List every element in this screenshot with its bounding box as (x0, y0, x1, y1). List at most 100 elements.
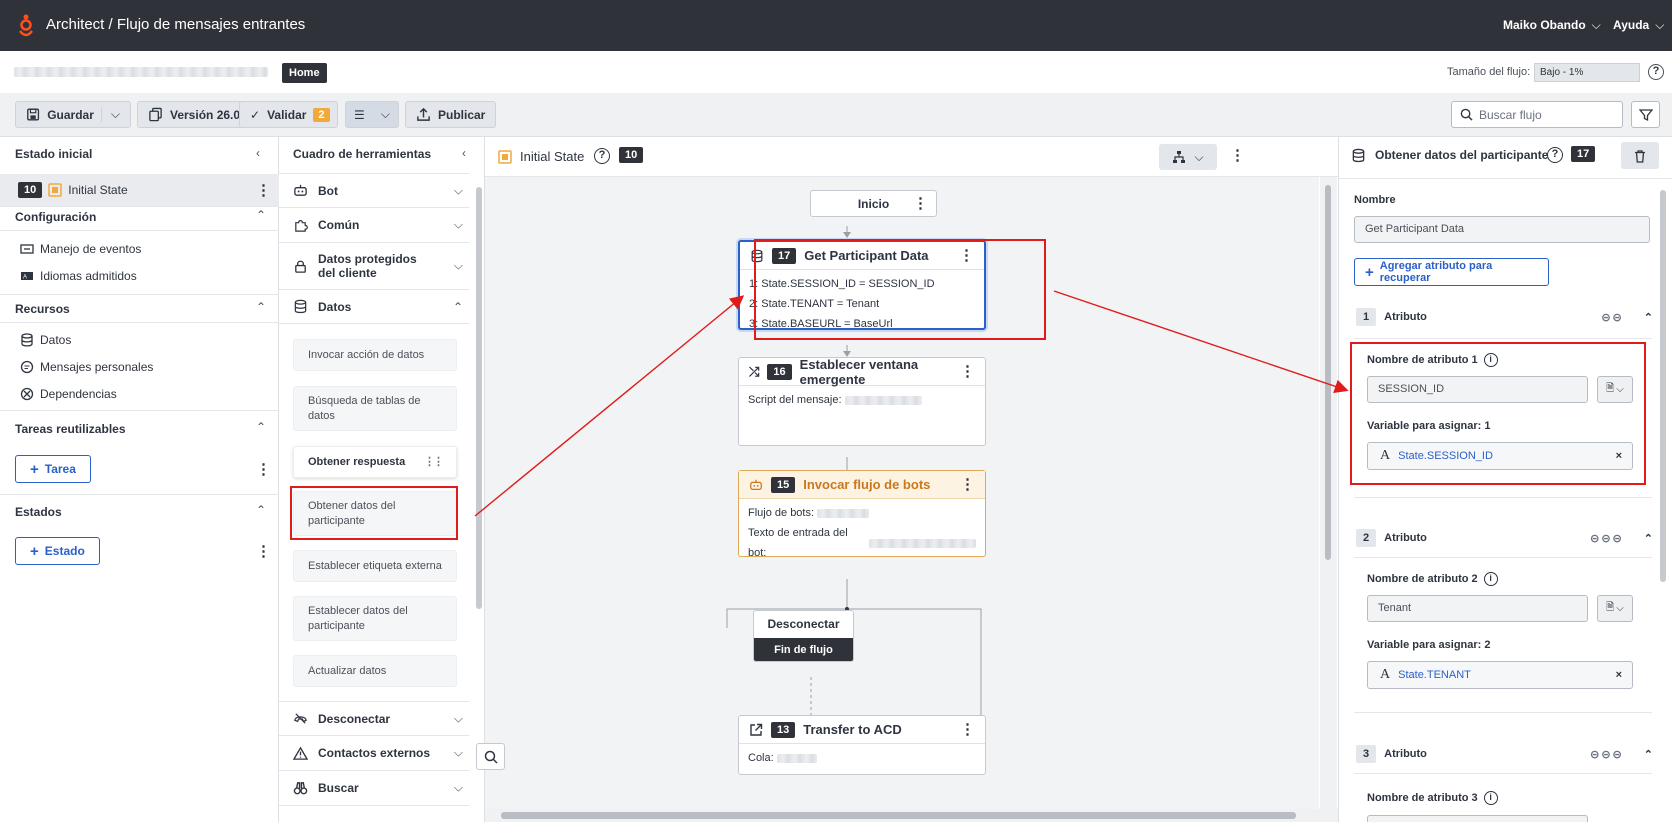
chevron-down-icon[interactable]: ⌵ (100, 107, 120, 122)
chevron-up-icon[interactable]: ⌃ (256, 503, 266, 517)
more-options-icon[interactable]: ⋮ (913, 196, 928, 211)
attribute-1-type-button[interactable]: 🗎 ⌵ (1597, 376, 1633, 403)
name-input[interactable]: Get Participant Data (1354, 216, 1650, 243)
add-state-button[interactable]: + Estado (15, 537, 100, 565)
toolbox-category-disconnect[interactable]: Desconectar ⌵ (279, 701, 469, 736)
node-transfer-to-acd[interactable]: 13 Transfer to ACD ⋮ Cola: (738, 715, 986, 775)
node-get-participant-data[interactable]: 17 Get Participant Data ⋮ 1: State.SESSI… (738, 240, 986, 330)
clear-icon[interactable]: × (1616, 450, 1622, 462)
more-options-icon[interactable]: ⋮ (256, 544, 271, 559)
add-attribute-button[interactable]: + Agregar atributo para recuperar (1354, 258, 1549, 286)
delete-button[interactable] (1621, 142, 1659, 169)
node-disconnect[interactable]: Desconectar Fin de flujo (753, 610, 854, 662)
tool-label: Obtener respuesta (308, 455, 406, 468)
attribute-2-header[interactable]: 2 Atributo ⊝⊝⊝ ⌃ (1356, 524, 1653, 552)
scroll-thumb[interactable] (1325, 185, 1331, 560)
chevron-down-icon: ⌵ (1194, 149, 1204, 164)
layout-button[interactable]: ⌵ (1159, 144, 1217, 170)
config-item-languages[interactable]: A Idiomas admitidos (20, 269, 137, 283)
clear-icon[interactable]: × (1616, 669, 1622, 681)
chevron-up-icon[interactable]: ⌃ (256, 420, 266, 434)
tasks-header[interactable]: Tareas reutilizables (15, 422, 126, 436)
search-flow-input[interactable]: Buscar flujo (1451, 101, 1623, 128)
attribute-1-name-input[interactable]: SESSION_ID (1367, 376, 1588, 403)
attribute-1-header[interactable]: 1 Atributo ⊝⊝ ⌃ (1356, 303, 1653, 331)
initial-state-row[interactable]: 10 Initial State ⋮ (0, 174, 279, 206)
tool-data-table-lookup[interactable]: Búsqueda de tablas de datos (293, 386, 457, 431)
config-item-events[interactable]: Manejo de eventos (20, 242, 141, 256)
drag-handle-icon[interactable]: ⋮⋮ (424, 455, 444, 470)
toolbox-category-common[interactable]: Común ⌵ (279, 208, 469, 243)
zoom-search-button[interactable] (476, 743, 505, 770)
canvas-horizontal-scrollbar[interactable] (485, 809, 1338, 822)
toolbox-category-protected-data[interactable]: Datos protegidos del cliente ⌵ (279, 243, 469, 290)
resource-item-prompts[interactable]: Mensajes personales (20, 360, 153, 374)
states-header[interactable]: Estados (15, 505, 62, 519)
chevron-up-icon[interactable]: ⌃ (256, 300, 266, 314)
more-options-icon[interactable]: ⋮ (959, 248, 974, 263)
chevron-down-icon[interactable]: ⌵ (381, 107, 390, 122)
validate-button[interactable]: ✓ Validar 2 (239, 101, 338, 128)
chevron-up-icon[interactable]: ⌃ (1644, 311, 1653, 324)
more-options-icon[interactable]: ⋮ (256, 183, 271, 198)
add-task-button[interactable]: + Tarea (15, 455, 91, 483)
tool-invoke-data-action[interactable]: Invocar acción de datos (293, 339, 457, 371)
divider (1354, 338, 1652, 339)
tool-set-participant-data[interactable]: Establecer datos del participante (293, 596, 457, 641)
reorder-icon[interactable]: ⊝⊝⊝ (1590, 748, 1624, 761)
publish-button[interactable]: Publicar (405, 101, 497, 128)
save-button[interactable]: Guardar ⌵ (15, 101, 131, 128)
attribute-3-header[interactable]: 3 Atributo ⊝⊝⊝ ⌃ (1356, 740, 1653, 768)
user-menu[interactable]: Maiko Obando ⌵ (1503, 18, 1601, 33)
node-set-screen-pop[interactable]: ⤮ 16 Establecer ventana emergente ⋮ Scri… (738, 357, 986, 446)
info-icon[interactable]: i (1483, 791, 1498, 805)
scroll-thumb[interactable] (501, 812, 1296, 819)
tool-get-participant-data[interactable]: Obtener datos del participante (293, 491, 457, 536)
config-header[interactable]: Configuración (15, 210, 96, 224)
tool-get-response[interactable]: Obtener respuesta ⋮⋮ (293, 446, 457, 478)
more-options-icon[interactable]: ⋮ (1230, 148, 1245, 163)
more-options-icon[interactable]: ⋮ (256, 462, 271, 477)
properties-scrollbar[interactable] (1660, 190, 1666, 582)
canvas-vertical-scrollbar[interactable] (1320, 177, 1337, 809)
attribute-3-name-input[interactable] (1367, 815, 1588, 822)
chevron-up-icon[interactable]: ⌃ (1644, 532, 1653, 545)
more-options-icon[interactable]: ⋮ (960, 364, 975, 379)
help-icon[interactable]: ? (1648, 64, 1664, 80)
more-options-icon[interactable]: ⋮ (960, 722, 975, 737)
reorder-icon[interactable]: ⊝⊝ (1601, 311, 1623, 324)
toolbox-category-data[interactable]: Datos ⌃ (279, 290, 469, 324)
chevron-down-icon: ⌵ (453, 183, 463, 197)
help-icon[interactable]: ? (1547, 147, 1563, 163)
attribute-2-type-button[interactable]: 🗎 ⌵ (1597, 595, 1633, 622)
version-button[interactable]: Versión 26.0 (137, 101, 252, 128)
help-menu[interactable]: Ayuda ⌵ (1613, 18, 1664, 33)
attribute-2-variable-field[interactable]: A State.TENANT × (1367, 661, 1633, 689)
view-mode-button[interactable]: ☰ ⌵ (345, 101, 399, 128)
filter-button[interactable] (1631, 101, 1660, 128)
attribute-2-name-input[interactable]: Tenant (1367, 595, 1588, 622)
attribute-1-variable-field[interactable]: A State.SESSION_ID × (1367, 442, 1633, 470)
toolbox-scrollbar[interactable] (476, 187, 482, 609)
home-tag[interactable]: Home (282, 63, 327, 83)
info-icon[interactable]: i (1483, 572, 1498, 586)
help-icon[interactable]: ? (594, 148, 610, 164)
more-options-icon[interactable]: ⋮ (960, 477, 975, 492)
collapse-left-icon[interactable]: ‹ (256, 146, 260, 160)
resource-item-data[interactable]: Datos (20, 333, 71, 347)
tool-update-data[interactable]: Actualizar datos (293, 655, 457, 687)
resource-item-dependencies[interactable]: Dependencias (20, 387, 117, 401)
node-invoke-bot-flow[interactable]: 15 Invocar flujo de bots ⋮ Flujo de bots… (738, 470, 986, 559)
toolbox-category-bot[interactable]: Bot ⌵ (279, 173, 469, 208)
chevron-up-icon[interactable]: ⌃ (1644, 748, 1653, 761)
start-node[interactable]: Inicio ⋮ (810, 190, 937, 217)
tool-set-external-tag[interactable]: Establecer etiqueta externa (293, 550, 457, 582)
toolbox-category-search[interactable]: Buscar ⌵ (279, 771, 469, 806)
toolbox-category-external-contacts[interactable]: Contactos externos ⌵ (279, 736, 469, 771)
reorder-icon[interactable]: ⊝⊝⊝ (1590, 532, 1624, 545)
resources-header[interactable]: Recursos (15, 302, 70, 316)
collapse-toolbox-icon[interactable]: ‹ (462, 146, 466, 160)
chevron-up-icon[interactable]: ⌃ (256, 208, 266, 222)
attribute-label: Nombre de atributo 3 (1367, 792, 1478, 804)
info-icon[interactable]: i (1483, 353, 1498, 367)
